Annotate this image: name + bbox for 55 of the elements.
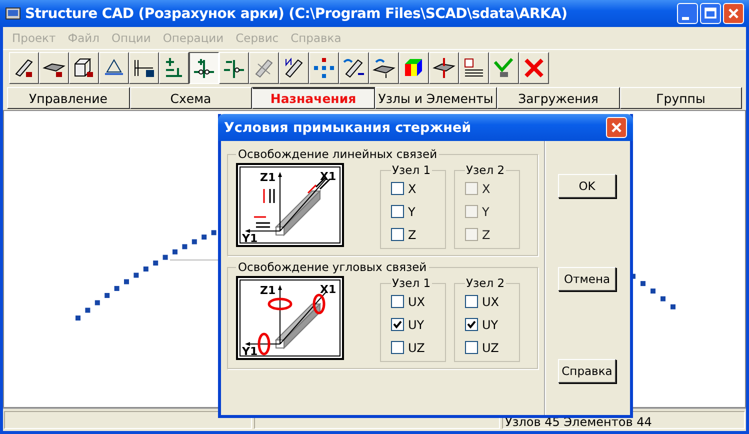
- group-title: Освобождение линейных связей: [237, 147, 438, 161]
- checkbox[interactable]: [391, 182, 404, 195]
- close-button[interactable]: [606, 117, 627, 138]
- checkbox-label: Y: [408, 204, 416, 218]
- beam-icon: [342, 56, 366, 80]
- group-title: Узел 2: [465, 276, 506, 290]
- checkbox-label: UY: [408, 318, 424, 332]
- checkbox[interactable]: [465, 318, 478, 331]
- checkbox-label: Z: [482, 228, 490, 242]
- tab[interactable]: Загружения: [497, 87, 620, 109]
- check-icon: [492, 56, 516, 80]
- dialog-title: Условия примыкания стержней: [224, 120, 472, 136]
- hinge-icon: [192, 56, 216, 80]
- checkbox[interactable]: [391, 228, 404, 241]
- close-icon: [522, 56, 546, 80]
- close-button[interactable]: [723, 3, 744, 24]
- dialog-button[interactable]: OK: [558, 174, 616, 198]
- checkbox[interactable]: [465, 341, 478, 354]
- tab[interactable]: Узлы и Элементы: [374, 87, 497, 109]
- minimize-button[interactable]: [677, 3, 698, 24]
- plate-icon: [372, 56, 396, 80]
- box-icon: [72, 56, 96, 80]
- checkbox-label: UZ: [482, 340, 499, 354]
- checkbox[interactable]: [391, 205, 404, 218]
- dialog-button[interactable]: Отмена: [558, 267, 616, 291]
- plate-icon: [432, 56, 456, 80]
- checkbox[interactable]: [391, 295, 404, 308]
- checkbox[interactable]: [391, 341, 404, 354]
- group-title: Узел 1: [391, 163, 432, 177]
- nodes-icon: [312, 56, 336, 80]
- checkbox-label: X: [482, 182, 490, 196]
- tab[interactable]: Схема: [130, 87, 252, 109]
- tab[interactable]: Назначения: [252, 87, 374, 109]
- checkbox[interactable]: [391, 318, 404, 331]
- group-title: Освобождение угловых связей: [237, 260, 428, 274]
- checkbox-label: UZ: [408, 340, 425, 354]
- minimize-icon: [682, 16, 688, 20]
- checkbox-label: UX: [482, 294, 500, 308]
- maximize-button[interactable]: [700, 3, 721, 24]
- checkbox[interactable]: [465, 295, 478, 308]
- bar-diagram: Z1 X1 Y1: [236, 276, 344, 360]
- dialog-button[interactable]: Справка: [558, 359, 616, 383]
- bar-diagram: Z1 X1 Y1: [236, 163, 344, 247]
- tab[interactable]: Управление: [7, 87, 130, 109]
- checkbox-label: UX: [408, 294, 426, 308]
- window-title: Structure CAD (Розрахунок арки) (C:\Program Files\SCAD\sdata\ARKA): [25, 6, 568, 22]
- toolbar-button[interactable]: [189, 52, 219, 84]
- group-title: Узел 2: [465, 163, 506, 177]
- checkbox-label: X: [408, 182, 416, 196]
- group-title: Узел 1: [391, 276, 432, 290]
- tab[interactable]: Группы: [620, 87, 742, 109]
- checkbox-label: UY: [482, 318, 498, 332]
- app-icon: [5, 6, 21, 22]
- checkbox-label: Y: [482, 204, 490, 218]
- checkbox-label: Z: [408, 228, 416, 242]
